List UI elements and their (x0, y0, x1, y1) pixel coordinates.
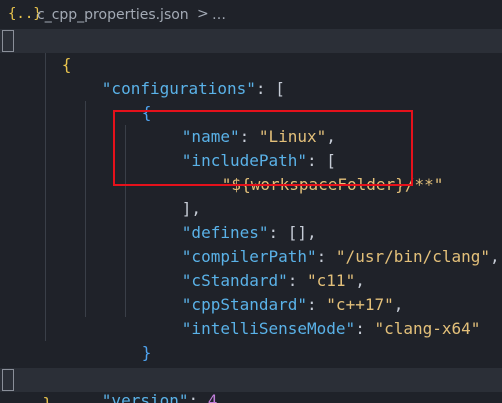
breadcrumb-file[interactable]: c_cpp_properties.json (37, 7, 189, 23)
bracket-match-marker (2, 369, 14, 391)
code-area[interactable]: { "configurations": [ { "name": "Linux",… (0, 29, 502, 403)
punctuation: : (188, 391, 208, 403)
code-line: ], (0, 341, 502, 386)
code-line: "configurations": [ (0, 53, 502, 98)
chevron-right-icon: > (197, 6, 209, 22)
code-line: "intelliSenseMode": "clang-x64" (0, 293, 502, 338)
breadcrumb: {..} c_cpp_properties.json > … (0, 0, 502, 30)
code-line: } (0, 317, 502, 362)
code-editor[interactable]: {..} c_cpp_properties.json > … { "config… (0, 0, 502, 403)
highlight-annotation-box (113, 110, 413, 186)
code-line: "cStandard": "c11", (0, 245, 502, 290)
json-number: 4 (207, 391, 218, 403)
code-line: "defines": [], (0, 197, 502, 242)
code-line: "cppStandard": "c++17", (0, 269, 502, 314)
code-line: { (0, 29, 502, 74)
close-brace: } (39, 394, 53, 403)
breadcrumb-symbol[interactable]: … (212, 7, 226, 23)
json-key: "version" (101, 391, 189, 403)
code-line: { (0, 77, 502, 122)
code-line-last: } (0, 368, 502, 403)
bracket-match-marker (2, 30, 14, 52)
code-line: "compilerPath": "/usr/bin/clang", (0, 221, 502, 266)
